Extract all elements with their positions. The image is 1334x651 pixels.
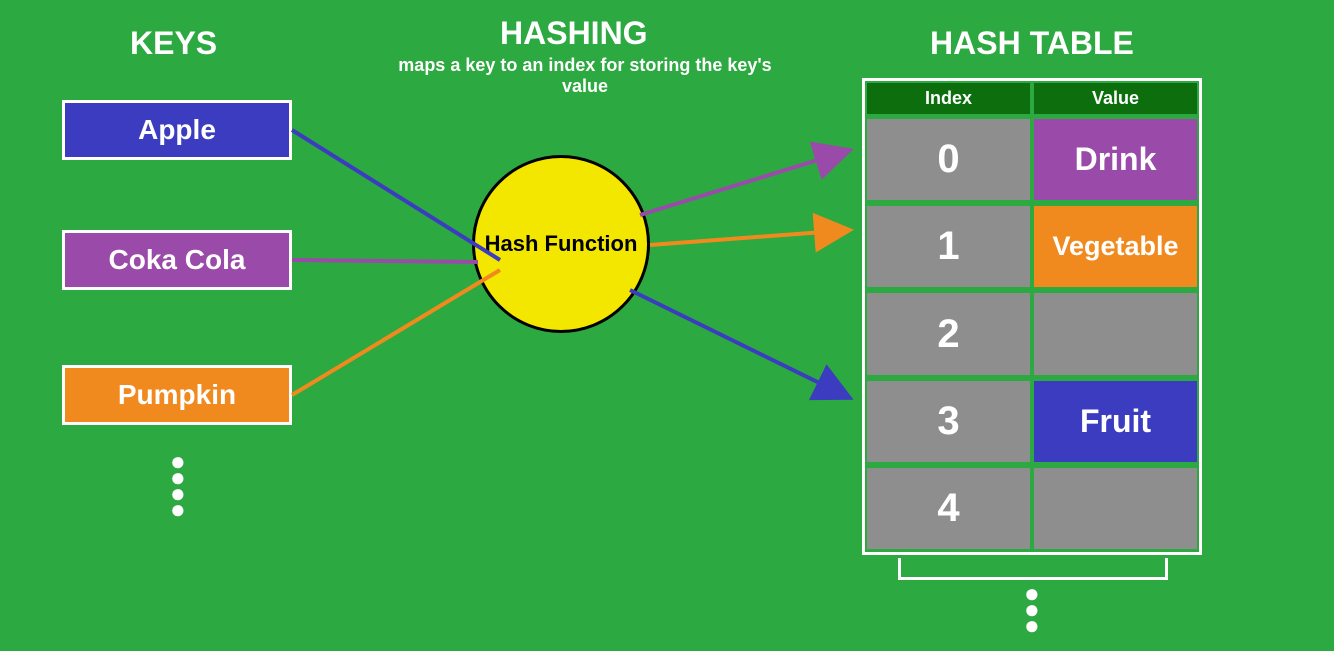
table-header-row: Index Value xyxy=(865,81,1199,116)
arrow-coka-to-hash xyxy=(292,260,478,262)
table-row: 2 xyxy=(865,290,1199,377)
value-fill-drink: Drink xyxy=(1034,119,1197,200)
arrow-hash-to-index3 xyxy=(630,290,850,398)
ellipsis-table: ●●● xyxy=(1024,582,1040,636)
arrow-apple-to-hash xyxy=(292,130,500,260)
th-index: Index xyxy=(867,83,1030,114)
index-cell: 3 xyxy=(867,381,1030,462)
key-label: Apple xyxy=(138,114,216,146)
arrow-hash-to-index0 xyxy=(640,150,850,215)
arrow-hash-to-index1 xyxy=(650,230,850,245)
key-box-pumpkin: Pumpkin xyxy=(62,365,292,425)
value-cell-empty xyxy=(1034,293,1197,374)
table-row: 4 xyxy=(865,465,1199,552)
heading-keys: KEYS xyxy=(130,25,217,62)
subtitle-hashing: maps a key to an index for storing the k… xyxy=(375,55,795,97)
key-box-apple: Apple xyxy=(62,100,292,160)
value-cell: Fruit xyxy=(1034,381,1197,462)
value-cell-empty xyxy=(1034,468,1197,549)
value-fill-vegetable: Vegetable xyxy=(1034,206,1197,287)
table-body: 0 Drink 1 Vegetable 2 3 Fruit 4 xyxy=(865,116,1199,552)
table-row: 0 Drink xyxy=(865,116,1199,203)
table-bracket xyxy=(898,558,1168,580)
heading-hashing: HASHING xyxy=(500,15,648,52)
hash-function-node: Hash Function xyxy=(472,155,650,333)
arrow-pumpkin-to-hash xyxy=(292,270,500,395)
heading-hashtable: HASH TABLE xyxy=(930,25,1134,62)
hash-table: Index Value 0 Drink 1 Vegetable 2 3 Frui… xyxy=(862,78,1202,555)
ellipsis-keys: ●●●● xyxy=(170,450,186,520)
table-row: 3 Fruit xyxy=(865,378,1199,465)
th-value: Value xyxy=(1034,83,1197,114)
index-cell: 4 xyxy=(867,468,1030,549)
value-cell: Vegetable xyxy=(1034,206,1197,287)
key-label: Coka Cola xyxy=(109,244,246,276)
value-cell: Drink xyxy=(1034,119,1197,200)
key-label: Pumpkin xyxy=(118,379,236,411)
index-cell: 2 xyxy=(867,293,1030,374)
key-box-cokacola: Coka Cola xyxy=(62,230,292,290)
value-fill-fruit: Fruit xyxy=(1034,381,1197,462)
index-cell: 0 xyxy=(867,119,1030,200)
hash-function-label: Hash Function xyxy=(485,231,638,257)
table-row: 1 Vegetable xyxy=(865,203,1199,290)
index-cell: 1 xyxy=(867,206,1030,287)
